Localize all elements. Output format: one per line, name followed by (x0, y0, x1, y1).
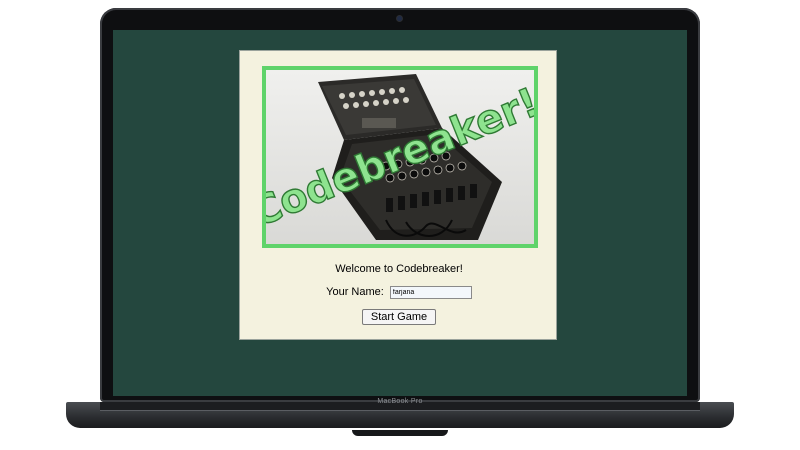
welcome-panel: Codebreaker! Welcome to Codebreaker! You… (239, 50, 557, 340)
name-label: Your Name: (326, 286, 384, 299)
laptop-mockup: Codebreaker! Welcome to Codebreaker! You… (0, 0, 800, 450)
screen: Codebreaker! Welcome to Codebreaker! You… (113, 30, 687, 396)
brand-label: MacBook Pro (377, 398, 423, 405)
laptop-opening-notch (352, 430, 448, 436)
start-game-button[interactable]: Start Game (362, 309, 436, 325)
enigma-machine-illustration: Codebreaker! (266, 70, 534, 244)
logo-image: Codebreaker! (262, 66, 538, 248)
name-input[interactable] (389, 286, 472, 299)
welcome-message: Welcome to Codebreaker! (335, 263, 463, 275)
camera-icon (397, 16, 402, 21)
laptop-lid: Codebreaker! Welcome to Codebreaker! You… (100, 8, 700, 402)
name-field-row: Your Name: (240, 286, 558, 299)
